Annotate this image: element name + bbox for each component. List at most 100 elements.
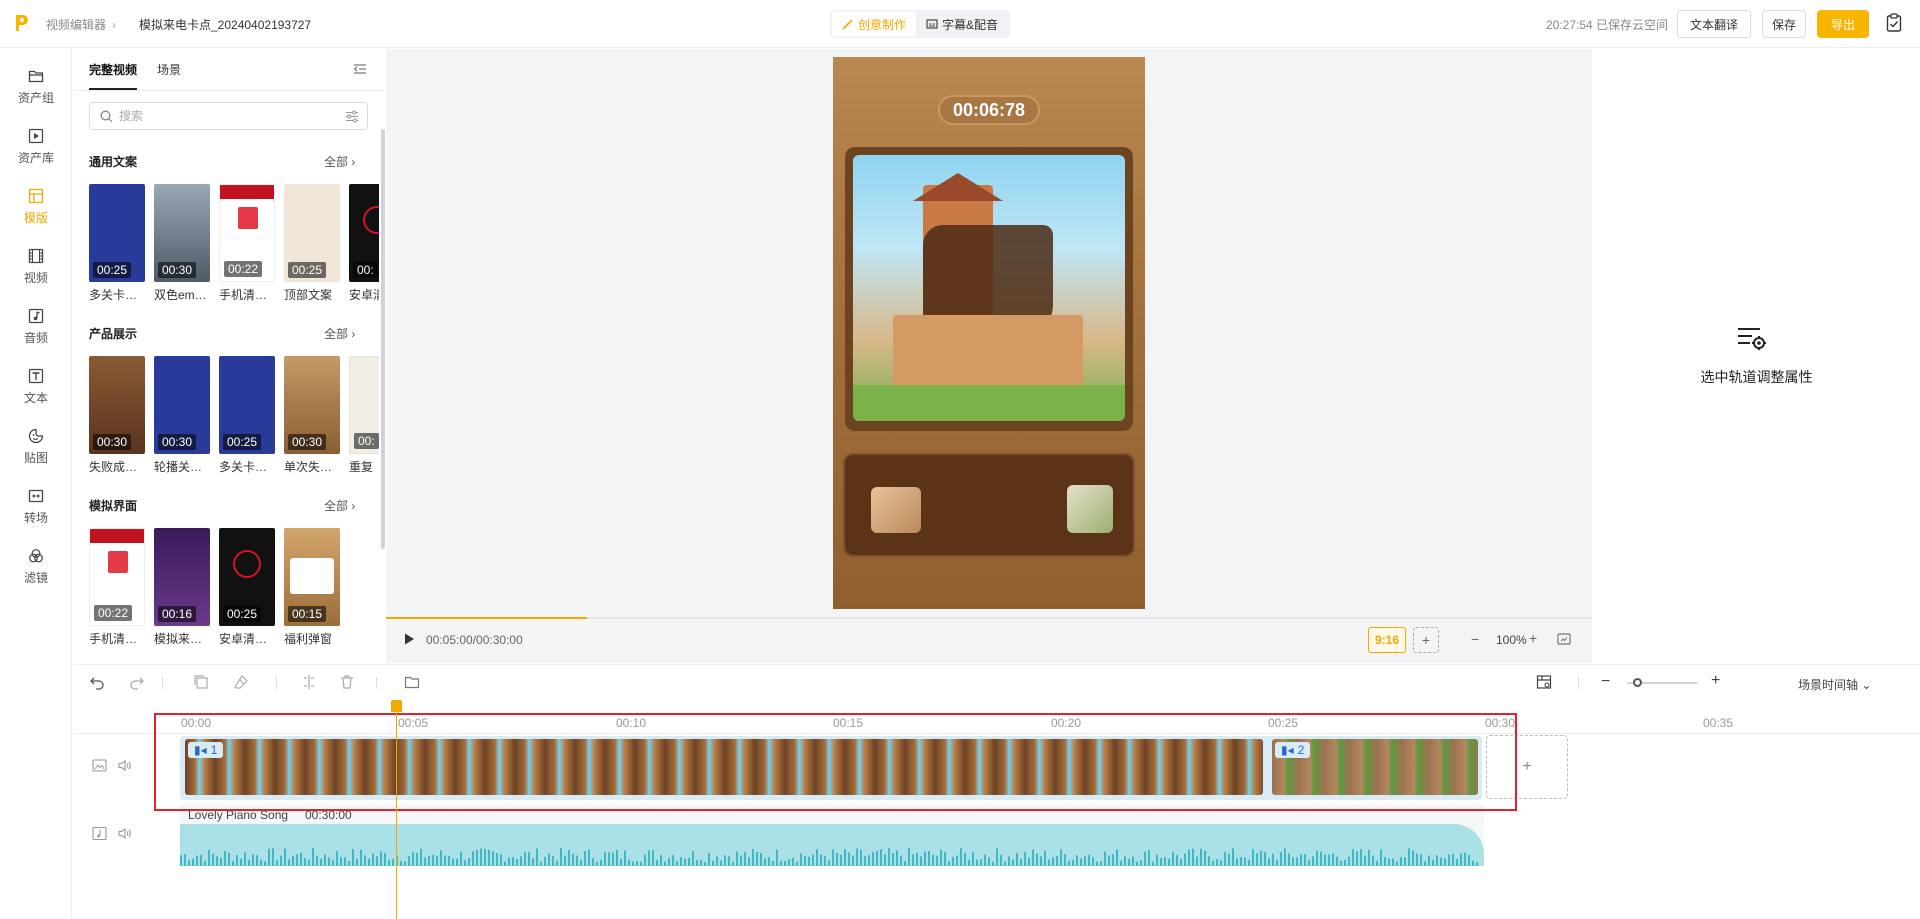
waveform-bar [536,848,538,866]
template-card[interactable]: 00:30 轮播关… [154,356,210,475]
rail-item-asset-library[interactable]: 资产库 [0,121,72,173]
rail-item-sticker[interactable]: 贴图 [0,421,72,473]
timeline-zoom-out-button[interactable]: − [1601,673,1610,691]
audio-clip[interactable] [180,824,1484,866]
waveform-bar [596,861,598,866]
waveform-bar [644,854,646,866]
tab-subtitles-dubbing[interactable]: 字幕&配音 [916,12,1008,36]
template-card[interactable]: 00:25 安卓清… [219,528,275,647]
breadcrumb-root[interactable]: 视频编辑器 [46,18,106,32]
template-card[interactable]: 00:22 手机清… [89,528,145,647]
template-card[interactable]: 00:15 福利弹窗 [284,528,340,647]
fullscreen-icon[interactable] [1557,632,1571,646]
tab-full-video[interactable]: 完整视频 [89,61,138,90]
waveform-bar [744,851,746,866]
waveform-bar [1180,858,1182,866]
section-all-link[interactable]: 全部 › [324,153,355,170]
timeline-settings-icon[interactable] [1536,674,1552,690]
tab-creative[interactable]: 创意制作 [832,12,917,36]
zoom-in-button[interactable]: + [1529,630,1537,646]
rail-item-filter[interactable]: 滤镜 [0,541,72,593]
save-button[interactable]: 保存 [1762,10,1806,38]
waveform-bar [952,856,954,866]
template-label: 多关卡… [219,460,268,474]
rail-item-text[interactable]: 文本 [0,361,72,413]
template-card[interactable]: 00:25 顶部文案 [284,184,340,303]
template-card[interactable]: 00: 重复 [349,356,379,475]
volume-icon[interactable] [117,758,132,773]
rail-item-asset-group[interactable]: 资产组 [0,61,72,113]
rail-item-audio[interactable]: 音频 [0,301,72,353]
playback-progress[interactable] [386,617,1592,619]
template-card[interactable]: 00:30 双色em… [154,184,210,303]
scene-timeline-dropdown[interactable]: 场景时间轴 ⌄ [1798,676,1871,693]
waveform-bar [368,858,370,866]
template-card[interactable]: 00:25 多关卡… [219,356,275,475]
waveform-bar [924,851,926,866]
playhead[interactable] [396,700,397,919]
rail-item-template[interactable]: 模版 [0,181,72,233]
waveform-bar [248,859,250,866]
music-track-icon[interactable] [92,826,107,841]
filter-settings-icon[interactable] [345,110,359,123]
timeline-zoom-in-button[interactable]: + [1711,672,1720,690]
waveform-bar [968,859,970,866]
volume-icon[interactable] [117,826,132,841]
waveform-bar [1244,857,1246,866]
folder-icon[interactable] [404,674,420,690]
app-logo-icon[interactable] [14,13,30,33]
add-ratio-button[interactable]: + [1413,627,1439,653]
waveform-bar [560,848,562,866]
template-thumbnail: 00: [349,356,379,454]
waveform-bar [1184,853,1186,866]
clipboard-check-icon[interactable] [1886,13,1902,33]
subtitle-icon [926,19,938,29]
redo-icon[interactable] [129,674,145,690]
waveform-bar [196,855,198,866]
waveform-bar [904,860,906,866]
waveform-bar [632,861,634,866]
eraser-icon[interactable] [233,674,249,690]
template-card[interactable]: 00:16 模拟来… [154,528,210,647]
waveform-bar [736,851,738,866]
collapse-panel-icon[interactable] [353,63,367,75]
template-card[interactable]: 00:25 多关卡… [89,184,145,303]
puzzle-piece[interactable] [871,487,921,533]
zoom-out-button[interactable]: − [1471,631,1479,647]
translate-button[interactable]: 文本翻译 [1677,10,1751,38]
delete-icon[interactable] [339,674,355,690]
template-card[interactable]: 00:30 失败成… [89,356,145,475]
section-all-link[interactable]: 全部 › [324,497,355,514]
template-card[interactable]: 00:22 手机清… [219,184,275,303]
waveform-bar [992,861,994,866]
waveform-bar [1200,848,1202,866]
video-canvas[interactable]: 00:06:78 [833,57,1145,609]
search-input[interactable] [119,109,329,123]
copy-icon[interactable] [193,674,209,690]
waveform-bar [1300,854,1302,866]
timeline-zoom-knob[interactable] [1633,678,1642,687]
rail-item-video[interactable]: 视频 [0,241,72,293]
puzzle-piece[interactable] [1067,485,1113,533]
duration-badge: 00:15 [288,606,327,622]
section-all-link[interactable]: 全部 › [324,325,355,342]
play-icon[interactable] [402,632,416,646]
aspect-ratio-button[interactable]: 9:16 [1368,627,1406,653]
waveform-bar [312,848,314,866]
waveform-bar [688,857,690,866]
template-card[interactable]: 00: 安卓清 [349,184,379,303]
export-button[interactable]: 导出 [1817,10,1869,38]
waveform-bar [380,851,382,866]
image-track-icon[interactable] [92,758,107,773]
audio-track[interactable]: Lovely Piano Song 00:30:00 [180,804,1484,866]
waveform-bar [788,859,790,866]
document-title[interactable]: 模拟来电卡点_20240402193727 [139,16,311,33]
playhead-handle[interactable] [391,700,402,712]
rail-item-transition[interactable]: 转场 [0,481,72,533]
panel-scrollbar[interactable] [381,129,385,549]
tab-scene[interactable]: 场景 [157,61,181,90]
split-icon[interactable] [301,674,317,690]
search-box[interactable] [89,102,368,130]
undo-icon[interactable] [89,674,105,690]
template-card[interactable]: 00:30 单次失… [284,356,340,475]
